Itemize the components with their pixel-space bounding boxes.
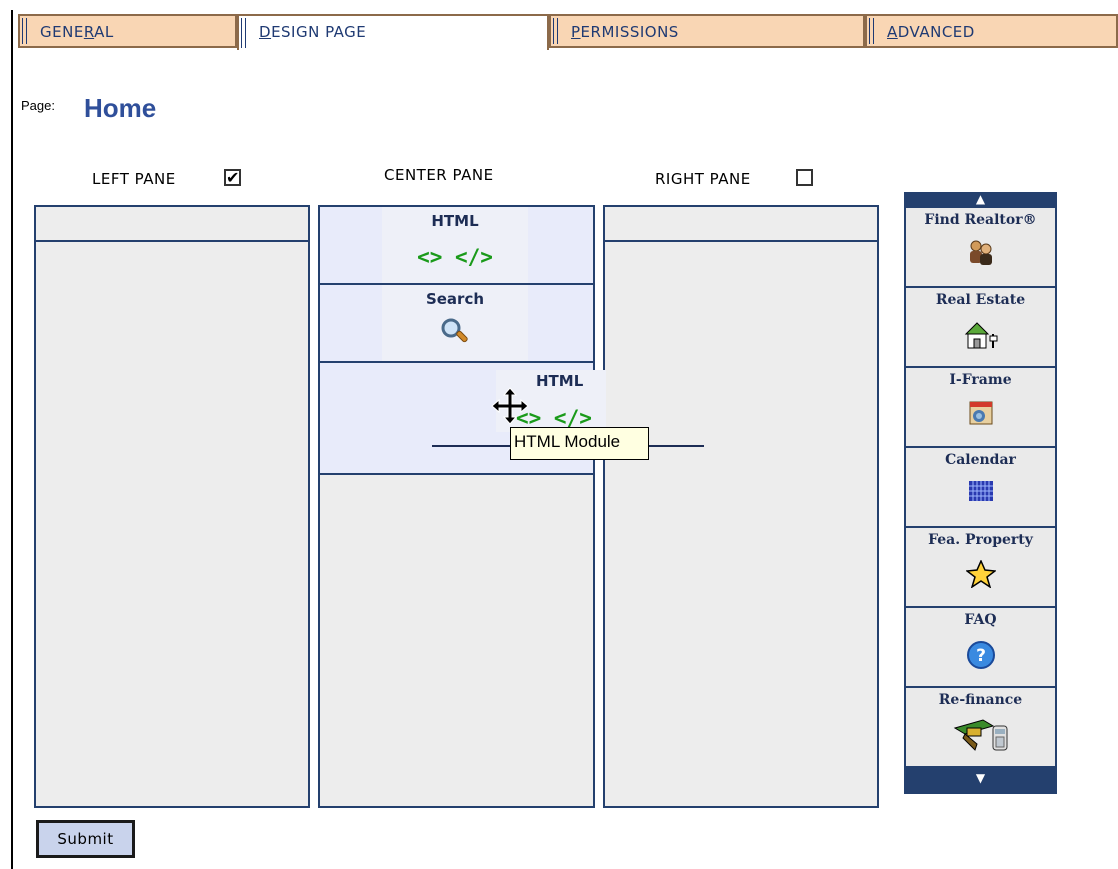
tab-permissions[interactable]: PERMISSIONS xyxy=(549,14,865,48)
tooltip: HTML Module xyxy=(510,427,649,460)
magnifier-icon xyxy=(440,317,470,351)
palette-item-faq[interactable]: FAQ ? xyxy=(906,608,1055,686)
right-pane[interactable] xyxy=(603,205,879,808)
right-pane-header-slot xyxy=(605,207,877,242)
page-title: Home xyxy=(84,93,157,123)
center-pane-label: CENTER PANE xyxy=(384,166,494,184)
module-title: Search xyxy=(425,290,485,308)
right-pane-label: RIGHT PANE xyxy=(655,170,751,188)
module-title: HTML xyxy=(536,372,584,390)
arrow-down-icon: ▼ xyxy=(975,771,986,785)
palette-item-label: I-Frame xyxy=(949,372,1012,388)
svg-text:?: ? xyxy=(976,646,986,666)
money-calculator-icon xyxy=(906,716,1055,758)
palette-item-label: Calendar xyxy=(945,452,1016,468)
module-title: HTML xyxy=(431,212,479,230)
checkmark-icon: ✔ xyxy=(226,168,240,187)
page-label: Page: xyxy=(21,98,55,113)
star-icon xyxy=(906,559,1055,594)
tab-advanced[interactable]: ADVANCED xyxy=(865,14,1118,48)
tab-general[interactable]: GENERAL xyxy=(18,14,237,48)
scroll-up-button[interactable]: ▲ xyxy=(904,193,1057,206)
left-pane-label: LEFT PANE xyxy=(92,170,176,188)
html-code-icon: <> </> xyxy=(417,245,493,269)
arrow-up-icon: ▲ xyxy=(975,192,986,206)
tab-design-page[interactable]: DESIGN PAGE xyxy=(237,14,549,50)
submit-button[interactable]: Submit xyxy=(36,820,135,858)
module-palette: ▲ Find Realtor® Real Estate I-Frame Cale… xyxy=(904,192,1057,794)
left-pane-header-slot xyxy=(36,207,308,242)
center-module-html[interactable]: HTML <> </> xyxy=(320,207,593,285)
calendar-grid-icon xyxy=(906,480,1055,508)
palette-item-iframe[interactable]: I-Frame xyxy=(906,368,1055,446)
palette-item-label: FAQ xyxy=(964,612,997,628)
left-pane[interactable] xyxy=(34,205,310,808)
help-icon: ? xyxy=(906,640,1055,676)
palette-item-find-realtor[interactable]: Find Realtor® xyxy=(906,208,1055,286)
center-pane[interactable]: HTML <> </> Search xyxy=(318,205,595,808)
palette-item-label: Fea. Property xyxy=(928,532,1033,548)
left-pane-checkbox[interactable]: ✔ xyxy=(224,169,241,186)
iframe-icon xyxy=(906,400,1055,432)
palette-item-calendar[interactable]: Calendar xyxy=(906,448,1055,526)
palette-item-featured-property[interactable]: Fea. Property xyxy=(906,528,1055,606)
palette-item-real-estate[interactable]: Real Estate xyxy=(906,288,1055,366)
palette-item-label: Real Estate xyxy=(935,292,1026,308)
scroll-down-button[interactable]: ▼ xyxy=(904,772,1057,785)
right-pane-checkbox[interactable] xyxy=(796,169,813,186)
people-icon xyxy=(906,240,1055,272)
palette-item-label: Re-finance xyxy=(938,692,1023,708)
house-icon xyxy=(906,320,1055,356)
palette-item-refinance[interactable]: Re-finance xyxy=(906,688,1055,766)
move-cursor-icon xyxy=(491,387,529,429)
palette-item-label: Find Realtor® xyxy=(924,212,1037,228)
center-module-search[interactable]: Search xyxy=(320,285,593,363)
